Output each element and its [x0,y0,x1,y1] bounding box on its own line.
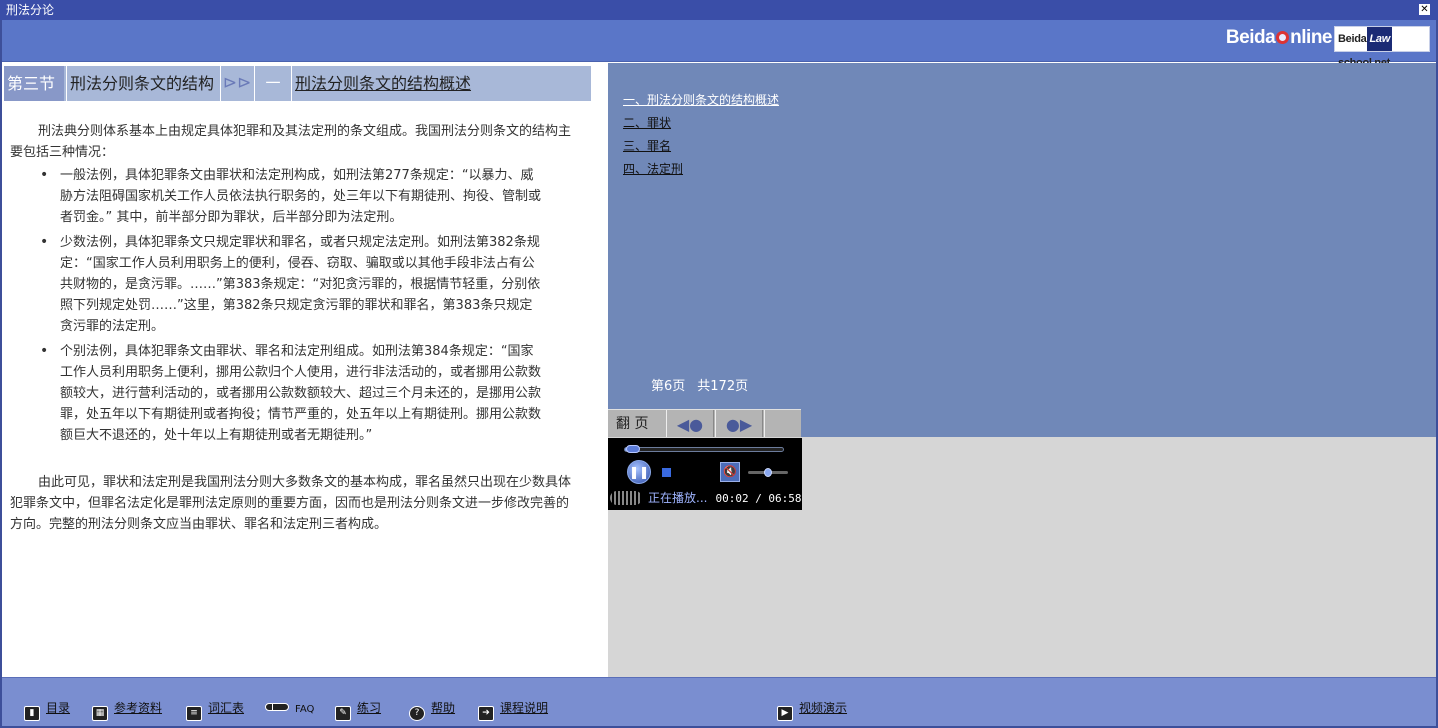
video-icon: ▶ [777,706,793,721]
library-icon: ▦ [92,706,108,721]
toc-item-zuizhuang[interactable]: 二、罪状 [623,112,779,135]
key-icon [265,703,289,711]
stop-button[interactable] [662,468,671,477]
toc-item-overview[interactable]: 一、刑法分则条文的结构概述 [623,89,779,112]
exercise-button[interactable]: ✎ 练习 [335,698,381,721]
pause-button[interactable]: ❚❚ [627,460,651,484]
table-of-contents: 一、刑法分则条文的结构概述 二、罪状 三、罪名 四、法定刑 [623,89,779,181]
article-closing: 由此可见，罪状和法定刑是我国刑法分则大多数条文的基本构成，罪名虽然只出现在少数具… [10,475,572,532]
lawschool-logo: BeidaLawschool.net [1334,26,1430,69]
article-body: 刑法典分则体系基本上由规定具体犯罪和及其法定刑的条文组成。我国刑法分则条文的结构… [10,121,575,535]
article-intro: 刑法典分则体系基本上由规定具体犯罪和及其法定刑的条文组成。我国刑法分则条文的结构… [10,124,572,160]
toc-item-fadingxing[interactable]: 四、法定刑 [623,158,779,181]
volume-slider[interactable] [748,468,788,477]
mute-button[interactable]: 🔇 [720,462,740,482]
next-page-button[interactable]: ●▶ [715,410,763,439]
faq-button[interactable]: FAQ [265,698,314,718]
bullet-icon: • [40,234,49,250]
book-icon: ▮ [24,706,40,721]
equalizer-icon [610,491,642,505]
bullet-icon: • [40,167,49,183]
help-button[interactable]: ? 帮助 [409,698,455,721]
glossary-button[interactable]: ≡ 词汇表 [186,698,244,721]
list-item: • 一般法例，具体犯罪条文由罪状和法定刑构成，如刑法第277条规定：“以暴力、威胁… [40,167,542,225]
main-frame: Beidanline BeidaLawschool.net 第三节 刑法分则条文… [2,20,1436,726]
chapter-label: 刑法分则条文的结构 [70,74,215,93]
close-icon[interactable]: ✕ [1419,4,1430,15]
playing-status: 正在播放... [648,491,708,505]
course-info-button[interactable]: ➔ 课程说明 [478,698,548,721]
list-item: • 少数法例，具体犯罪条文只规定罪状和罪名，或者只规定法定刑。如刑法第382条规定… [40,234,541,334]
media-player: ❚❚ 🔇 正在播放... 00:02 / 06:58 [608,438,802,510]
section-label: 第三节 [4,66,64,101]
toc-button[interactable]: ▮ 目录 [24,698,70,721]
seek-slider[interactable] [624,445,784,453]
beidaonline-logo: Beida nline [1225,27,1333,48]
side-panel: 一、刑法分则条文的结构概述 二、罪状 三、罪名 四、法定刑 第6页 共172页 翻… [608,63,1436,439]
topic-link[interactable]: 刑法分则条文的结构概述 [293,66,591,101]
content-panel: 第三节 刑法分则条文的结构 ⊳⊳ 一 刑法分则条文的结构概述 刑法典分则体系基本… [2,63,608,677]
current-page: 第6页 [651,379,686,394]
arrow-right-icon: ➔ [478,706,494,721]
footer-toolbar: ▮ 目录 ▦ 参考资料 ≡ 词汇表 FAQ ✎ 练习 ? 帮助 ➔ 课程说明 ▶ 视频演示 [2,677,1436,726]
bullet-icon: • [40,343,49,359]
title-bar: 刑法分论 ✕ [0,0,1438,20]
video-demo-button[interactable]: ▶ 视频演示 [777,698,847,721]
header: Beidanline BeidaLawschool.net [2,20,1436,69]
flip-label: 翻 页 [616,416,649,432]
exercise-icon: ✎ [335,706,351,721]
toc-item-zuiming[interactable]: 三、罪名 [623,135,779,158]
volume-knob[interactable] [764,468,772,477]
page-flip-bar: 翻 页 ◀● ●▶ [608,409,801,439]
prev-page-button[interactable]: ◀● [666,410,714,439]
help-icon: ? [409,706,425,721]
references-button[interactable]: ▦ 参考资料 [92,698,162,721]
page-indicator: 第6页 共172页 [651,375,760,394]
topic-number: 一 [265,74,281,92]
breadcrumb: 第三节 刑法分则条文的结构 ⊳⊳ 一 刑法分则条文的结构概述 [4,66,591,101]
seek-thumb[interactable] [625,445,640,453]
article-bullets: • 一般法例，具体犯罪条文由罪状和法定刑构成，如刑法第277条规定：“以暴力、威胁… [10,165,575,446]
double-arrow-icon: ⊳⊳ [222,73,252,93]
list-item: • 个别法例，具体犯罪条文由罪状、罪名和法定刑组成。如刑法第384条规定：“国家工… [40,343,542,443]
total-pages: 共172页 [697,379,749,394]
app-window: 刑法分论 ✕ Beidanline BeidaLawschool.net 第三节… [0,0,1438,728]
window-title: 刑法分论 [6,3,55,17]
list-icon: ≡ [186,706,202,721]
player-status: 正在播放... 00:02 / 06:58 [608,488,802,508]
play-time: 00:02 / 06:58 [715,492,802,505]
